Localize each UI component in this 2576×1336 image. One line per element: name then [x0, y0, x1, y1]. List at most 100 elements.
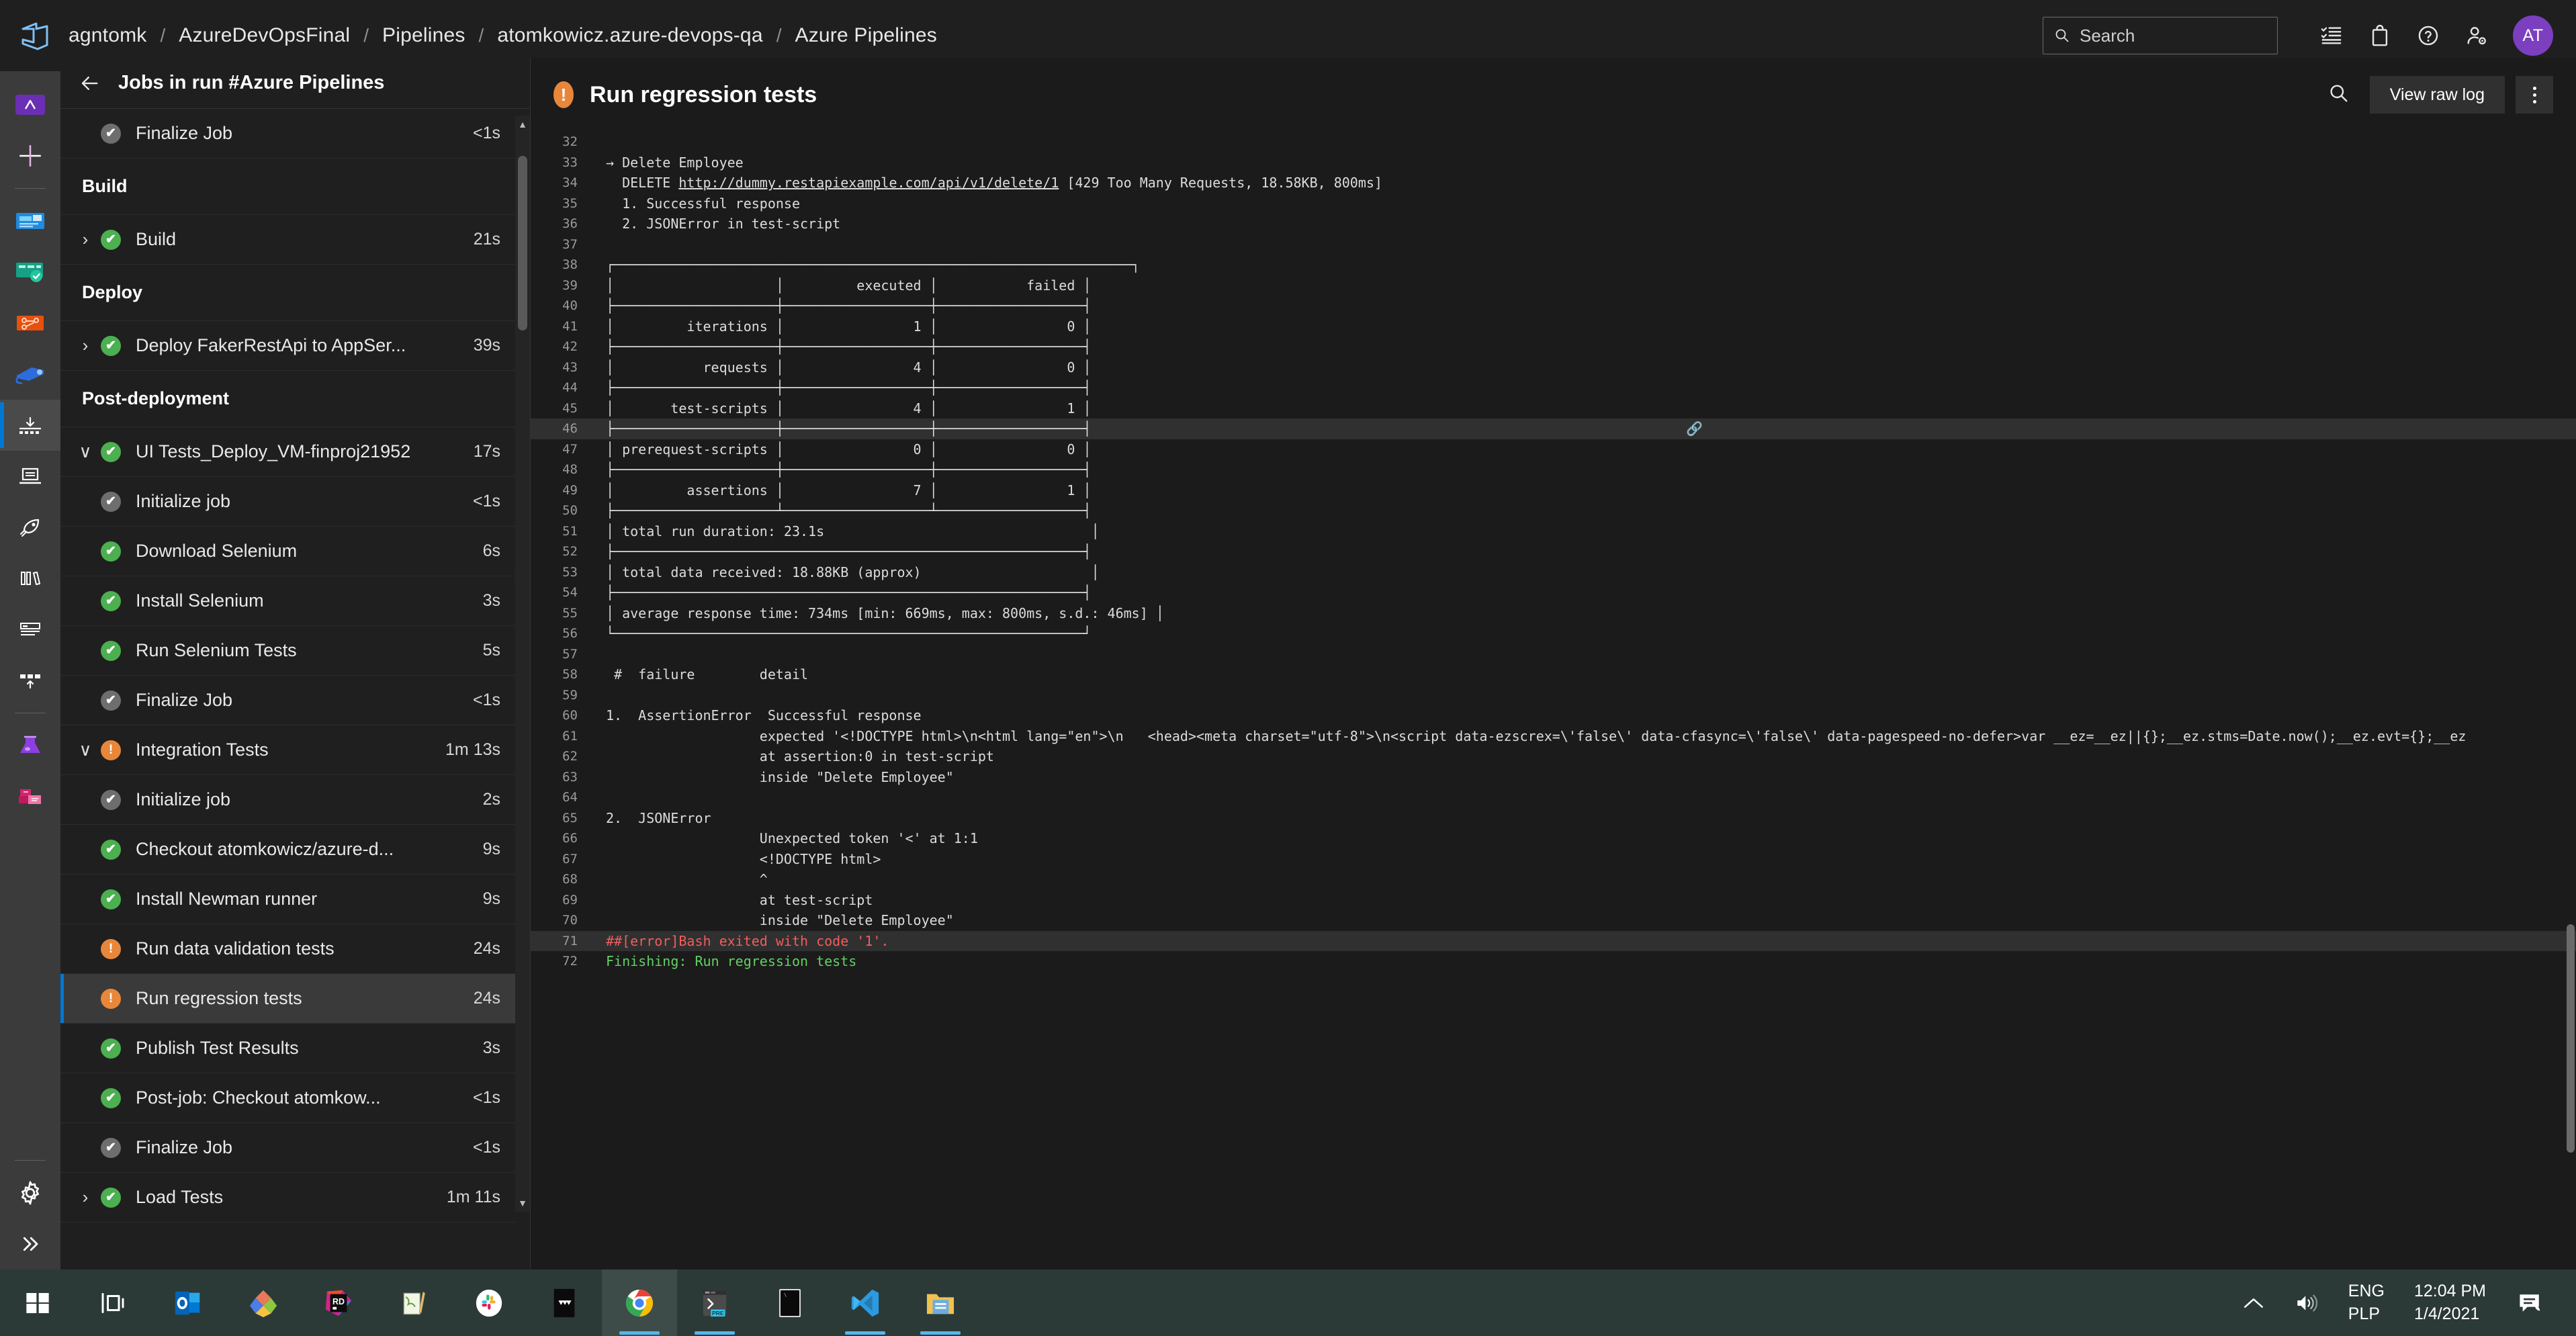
log-line[interactable]: 71 ##[error]Bash exited with code '1'.	[531, 930, 2576, 951]
log-line[interactable]: 38 ┌─────────────────────────────────────…	[531, 255, 2576, 275]
log-link[interactable]: http://dummy.restapiexample.com/api/v1/d…	[678, 175, 1059, 191]
sidebar-item-checkout-atomkowicz-azure-d[interactable]: ✔ Checkout atomkowicz/azure-d... 9s	[60, 825, 515, 875]
log-line[interactable]: 72 Finishing: Run regression tests	[531, 951, 2576, 972]
log-line[interactable]: 54 ├─────────────────────────────────────…	[531, 582, 2576, 603]
log-line[interactable]: 37	[531, 234, 2576, 255]
breadcrumb-item-run[interactable]: Azure Pipelines	[793, 24, 940, 47]
rail-item-boards[interactable]	[0, 247, 60, 298]
log-line[interactable]: 60 1. AssertionError Successful response	[531, 705, 2576, 726]
log-line[interactable]: 66 Unexpected token '<' at 1:1	[531, 828, 2576, 849]
postman-icon[interactable]	[527, 1270, 602, 1336]
log-line[interactable]: 58 # failure detail	[531, 664, 2576, 685]
rider-icon[interactable]: RD	[301, 1270, 376, 1336]
log-content[interactable]: 32 33 → Delete Employee 34 DELETE http://du…	[531, 132, 2576, 1244]
log-line[interactable]: 47 │ prerequest-scripts │ 0 │ 0 │	[531, 439, 2576, 460]
view-raw-log-button[interactable]: View raw log	[2369, 76, 2505, 114]
log-line[interactable]: 70 inside "Delete Employee"	[531, 910, 2576, 931]
log-line[interactable]: 43 │ requests │ 4 │ 0 │	[531, 357, 2576, 378]
search-icon[interactable]	[2328, 83, 2350, 107]
sidebar-item-ui-tests-deploy-vm-finproj21952[interactable]: ∨ ✔ UI Tests_Deploy_VM-finproj21952 17s	[60, 427, 515, 477]
rail-item-repos[interactable]	[0, 298, 60, 349]
rail-item-task-groups[interactable]	[0, 604, 60, 655]
rail-item-add-new[interactable]	[0, 130, 60, 181]
chevron-down-icon[interactable]: ∨	[70, 441, 101, 462]
start-button-icon[interactable]	[0, 1270, 75, 1336]
kebab-menu-icon[interactable]	[2516, 76, 2553, 114]
chrome-icon[interactable]	[602, 1270, 677, 1336]
sidebar-item-finalize-job[interactable]: ✔ Finalize Job <1s	[60, 109, 515, 159]
chevron-right-icon[interactable]: ›	[70, 229, 101, 250]
scroll-up-arrow[interactable]: ▲	[515, 116, 530, 133]
file-explorer-icon[interactable]	[903, 1270, 978, 1336]
sidebar-item-run-selenium-tests[interactable]: ✔ Run Selenium Tests 5s	[60, 626, 515, 676]
jobs-scrollbar-thumb[interactable]	[518, 156, 527, 330]
rail-item-pipeline-runs[interactable]	[0, 400, 60, 451]
log-line[interactable]: 53 │ total data received: 18.88KB (approx…	[531, 562, 2576, 583]
sidebar-item-finalize-job[interactable]: ✔ Finalize Job <1s	[60, 1123, 515, 1173]
volume-button[interactable]	[2280, 1270, 2335, 1336]
log-line[interactable]: 34 DELETE http://dummy.restapiexample.co…	[531, 173, 2576, 193]
rail-item-pipelines[interactable]	[0, 349, 60, 400]
sidebar-item-download-selenium[interactable]: ✔ Download Selenium 6s	[60, 527, 515, 576]
log-line[interactable]: 49 │ assertions │ 7 │ 1 │	[531, 480, 2576, 501]
back-arrow-icon[interactable]	[78, 73, 101, 93]
log-line[interactable]: 32	[531, 132, 2576, 152]
chevron-right-icon[interactable]: ›	[70, 335, 101, 356]
show-hidden-icons-button[interactable]	[2227, 1270, 2280, 1336]
sidebar-item-load-tests[interactable]: › ✔ Load Tests 1m 11s	[60, 1173, 515, 1222]
rail-item-artifacts[interactable]	[0, 771, 60, 822]
task-view-icon[interactable]	[75, 1270, 150, 1336]
chevron-right-icon[interactable]: ›	[70, 1187, 101, 1208]
log-line[interactable]: 39 │ │ executed │ failed │	[531, 275, 2576, 296]
breadcrumb-item-repo[interactable]: atomkowicz.azure-devops-qa	[494, 24, 765, 47]
outlook-icon[interactable]	[150, 1270, 226, 1336]
sidebar-item-integration-tests[interactable]: ∨! Integration Tests 1m 13s	[60, 725, 515, 775]
log-line[interactable]: 44 ├────────────────────┼────────────────…	[531, 377, 2576, 398]
rail-item-expand[interactable]	[0, 1218, 60, 1270]
action-center-button[interactable]	[2502, 1270, 2559, 1336]
sidebar-item-finalize-job[interactable]: ✔ Finalize Job <1s	[60, 676, 515, 725]
breadcrumb-item-pipelines[interactable]: Pipelines	[380, 24, 468, 47]
console-icon[interactable]: \	[752, 1270, 828, 1336]
log-horizontal-scrollbar[interactable]	[531, 1252, 2564, 1270]
log-line[interactable]: 63 inside "Delete Employee"	[531, 767, 2576, 788]
log-line[interactable]: 56 └─────────────────────────────────────…	[531, 623, 2576, 644]
rail-item-releases[interactable]	[0, 502, 60, 553]
log-line[interactable]: 33 → Delete Employee	[531, 152, 2576, 173]
log-line[interactable]: 48 ├────────────────────┼────────────────…	[531, 459, 2576, 480]
log-line[interactable]: 36 2. JSONError in test-script	[531, 214, 2576, 234]
terminal-preview-icon[interactable]: PRE	[677, 1270, 752, 1336]
log-line[interactable]: 62 at assertion:0 in test-script	[531, 746, 2576, 767]
log-line[interactable]: 59	[531, 685, 2576, 706]
notepad-icon[interactable]	[376, 1270, 451, 1336]
sidebar-item-install-selenium[interactable]: ✔ Install Selenium 3s	[60, 576, 515, 626]
log-line[interactable]: 42 ├────────────────────┼────────────────…	[531, 337, 2576, 357]
log-line[interactable]: 50 ├────────────────────┴────────────────…	[531, 500, 2576, 521]
copy-line-link-icon[interactable]: 🔗	[1686, 420, 1703, 437]
avatar[interactable]: AT	[2513, 15, 2553, 56]
clock[interactable]: 12:04 PM 1/4/2021	[2398, 1280, 2502, 1326]
log-line[interactable]: 46 ├────────────────────┼────────────────…	[531, 418, 2576, 439]
rail-item-project-avatar[interactable]	[0, 79, 60, 130]
sidebar-item-deploy-fakerrestapi-to-appser[interactable]: › ✔ Deploy FakerRestApi to AppSer... 39s	[60, 321, 515, 371]
log-line[interactable]: 69 at test-script	[531, 890, 2576, 911]
log-vertical-scrollbar[interactable]	[2564, 132, 2576, 1244]
user-settings-icon[interactable]	[2452, 11, 2501, 60]
checklist-icon[interactable]	[2307, 11, 2356, 60]
language-indicator[interactable]: ENG PLP	[2335, 1280, 2398, 1326]
log-line[interactable]: 52 ├─────────────────────────────────────…	[531, 541, 2576, 562]
scroll-down-arrow[interactable]: ▼	[515, 1194, 530, 1212]
rail-item-test-plans[interactable]	[0, 720, 60, 771]
rail-item-library[interactable]	[0, 553, 60, 604]
log-vscrollbar-thumb[interactable]	[2567, 924, 2575, 1153]
rail-item-deployment-groups[interactable]	[0, 655, 60, 706]
search-input[interactable]: Search	[2043, 17, 2278, 54]
sidebar-item-run-data-validation-tests[interactable]: ! Run data validation tests 24s	[60, 924, 515, 974]
jobs-scrollbar[interactable]: ▲ ▼	[515, 116, 530, 1212]
log-line[interactable]: 67 <!DOCTYPE html>	[531, 849, 2576, 870]
breadcrumb-item-project[interactable]: AzureDevOpsFinal	[176, 24, 353, 47]
log-line[interactable]: 61 expected '<!DOCTYPE html>\n<html lang…	[531, 726, 2576, 747]
log-line[interactable]: 57	[531, 644, 2576, 665]
sidebar-item-publish-test-results[interactable]: ✔ Publish Test Results 3s	[60, 1024, 515, 1073]
rail-item-environments[interactable]	[0, 451, 60, 502]
